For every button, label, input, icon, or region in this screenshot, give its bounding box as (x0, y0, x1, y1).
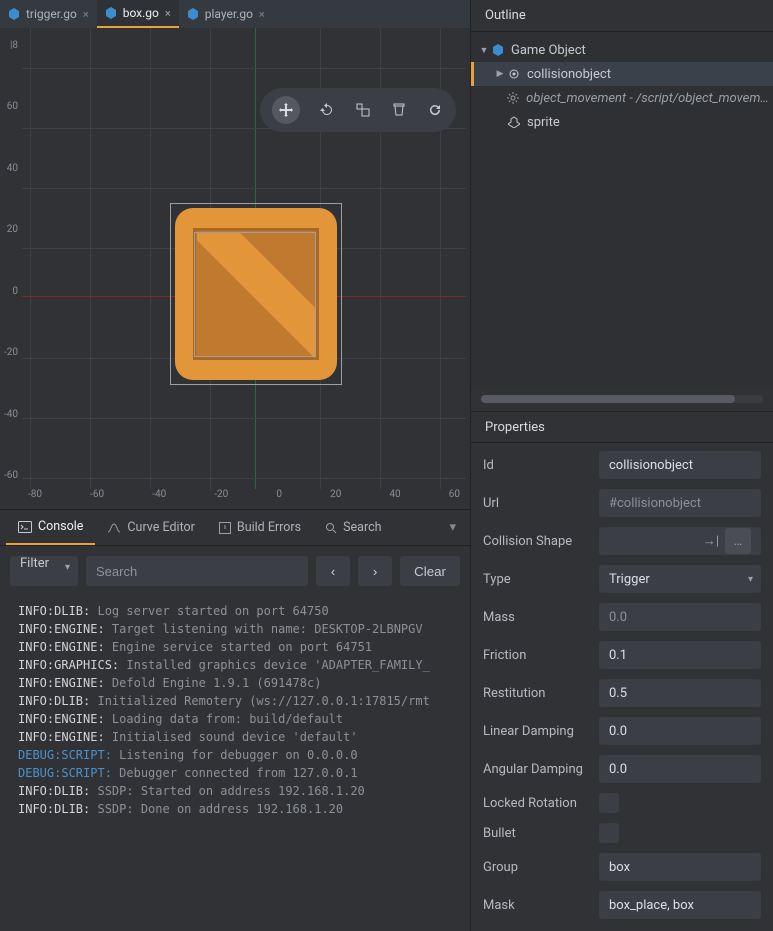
tab-box-go[interactable]: box.go × (97, 0, 179, 28)
field-group[interactable]: box (599, 853, 761, 881)
tab-label: player.go (205, 7, 253, 21)
cube-icon (105, 7, 117, 19)
tree-label: object_movement - /script/object_movemen… (526, 91, 773, 106)
field-collision-shape[interactable]: →| … (599, 527, 761, 555)
ruler-y: |86040 200-20 -40-60 (0, 32, 22, 489)
cube-icon (187, 8, 199, 20)
label-bullet: Bullet (483, 826, 599, 841)
close-icon[interactable]: × (259, 8, 265, 21)
tab-label: trigger.go (26, 7, 77, 21)
tab-player-go[interactable]: player.go × (179, 0, 273, 28)
field-mass: 0.0 (599, 603, 761, 631)
filter-dropdown[interactable]: Filter (10, 556, 78, 586)
tab-trigger-go[interactable]: trigger.go × (0, 0, 97, 28)
scene-viewport[interactable]: |86040 200-20 -40-60 -80-60-40 -20020 40… (0, 28, 470, 509)
scale-tool-icon[interactable] (354, 101, 372, 119)
label-id: Id (483, 458, 599, 473)
tree-item-sprite[interactable]: sprite (471, 110, 773, 134)
label-angular-damping: Angular Damping (483, 762, 599, 777)
field-id[interactable]: collisionobject (599, 451, 761, 479)
outline-tree[interactable]: ▼ Game Object ▶ collisionobject object_m… (471, 32, 773, 387)
console-output[interactable]: INFO:DLIB: Log server started on port 64… (0, 596, 470, 931)
move-tool-icon[interactable] (272, 96, 300, 124)
tree-label: collisionobject (527, 67, 611, 82)
close-icon[interactable]: × (83, 8, 89, 21)
tree-item-collisionobject[interactable]: ▶ collisionobject (471, 62, 773, 86)
gear-icon (507, 91, 521, 105)
console-toolbar: Filter ‹ › Clear (0, 546, 470, 596)
refresh-tool-icon[interactable] (426, 101, 444, 119)
outline-scrollbar[interactable] (481, 395, 763, 403)
browse-button[interactable]: … (725, 528, 751, 554)
label-linear-damping: Linear Damping (483, 724, 599, 739)
overflow-icon[interactable]: ▾ (441, 520, 464, 535)
curve-icon (107, 522, 121, 534)
tab-label: Search (343, 520, 381, 535)
tab-build-errors[interactable]: Build Errors (207, 510, 313, 545)
field-type[interactable]: Trigger (599, 565, 761, 593)
outline-title: Outline (471, 0, 773, 32)
tree-item-object-movement[interactable]: object_movement - /script/object_movemen… (471, 86, 773, 110)
label-group: Group (483, 860, 599, 875)
erase-tool-icon[interactable] (390, 101, 408, 119)
field-restitution[interactable]: 0.5 (599, 679, 761, 707)
label-mask: Mask (483, 898, 599, 913)
chevron-right-icon[interactable]: ▶ (493, 69, 507, 79)
field-friction[interactable]: 0.1 (599, 641, 761, 669)
bottom-tabs: Console Curve Editor Build Errors Search… (0, 510, 470, 546)
collision-icon (507, 67, 521, 81)
tab-console[interactable]: Console (6, 510, 95, 545)
checkbox-locked-rotation[interactable] (599, 793, 619, 813)
field-mask[interactable]: box_place, box (599, 891, 761, 919)
label-url: Url (483, 496, 599, 511)
tab-label: box.go (123, 6, 159, 20)
tab-curve-editor[interactable]: Curve Editor (95, 510, 207, 545)
label-friction: Friction (483, 648, 599, 663)
prev-button[interactable]: ‹ (316, 556, 350, 586)
label-type: Type (483, 572, 599, 587)
search-icon (325, 522, 337, 534)
label-collision-shape: Collision Shape (483, 534, 599, 549)
rotate-tool-icon[interactable] (318, 101, 336, 119)
error-icon (219, 522, 231, 534)
tree-label: Game Object (511, 43, 586, 58)
tab-label: Build Errors (237, 520, 301, 535)
cube-icon (8, 8, 20, 20)
tree-label: sprite (527, 115, 560, 130)
collision-shape-outline (194, 232, 316, 357)
sprite-icon (507, 115, 521, 129)
cube-icon (491, 43, 505, 57)
tree-root-game-object[interactable]: ▼ Game Object (471, 38, 773, 62)
console-icon (18, 521, 32, 533)
checkbox-bullet[interactable] (599, 823, 619, 843)
properties-title: Properties (471, 412, 773, 443)
file-tabs: trigger.go × box.go × player.go × (0, 0, 470, 28)
close-icon[interactable]: × (165, 7, 171, 20)
properties-body: Id collisionobject Url #collisionobject … (471, 443, 773, 931)
label-mass: Mass (483, 610, 599, 625)
field-angular-damping[interactable]: 0.0 (599, 755, 761, 783)
clear-button[interactable]: Clear (400, 556, 460, 586)
viewport-toolbar (260, 88, 456, 132)
field-url: #collisionobject (599, 489, 761, 517)
tab-search[interactable]: Search (313, 510, 393, 545)
console-search-input[interactable] (86, 556, 308, 586)
label-locked-rotation: Locked Rotation (483, 796, 599, 811)
goto-icon[interactable]: →| (703, 533, 719, 549)
field-linear-damping[interactable]: 0.0 (599, 717, 761, 745)
chevron-down-icon[interactable]: ▼ (477, 45, 491, 56)
tab-label: Curve Editor (127, 520, 195, 535)
label-restitution: Restitution (483, 686, 599, 701)
tab-label: Console (38, 519, 83, 534)
ruler-x: -80-60-40 -20020 4060 (22, 489, 466, 505)
next-button[interactable]: › (358, 556, 392, 586)
